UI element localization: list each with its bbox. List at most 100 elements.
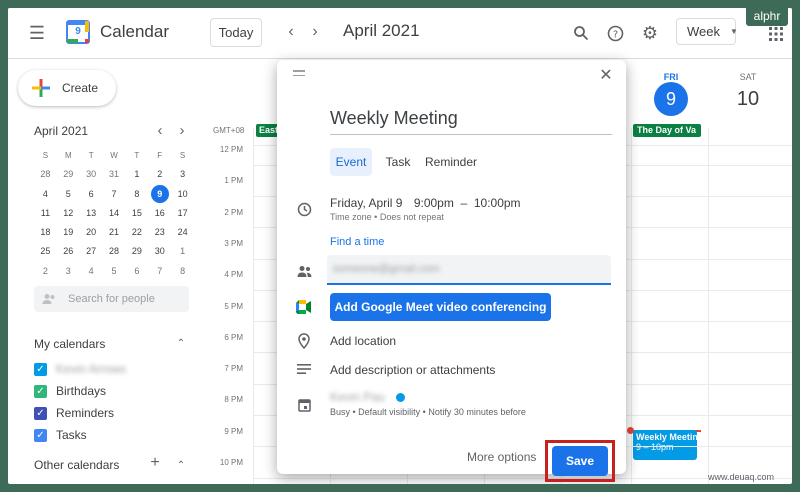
day-of-week-sat: SAT <box>739 72 757 82</box>
svg-text:?: ? <box>612 29 617 40</box>
mini-day[interactable]: 3 <box>171 165 194 184</box>
mini-prev-chevron-icon[interactable]: ‹ <box>154 122 166 139</box>
event-block-weekly-meeting[interactable]: Weekly Meetin 9 – 10pm <box>633 430 697 460</box>
mini-day[interactable]: 8 <box>171 262 194 281</box>
calendar-owner[interactable]: Kevin Pau <box>330 390 406 404</box>
mini-day[interactable]: 29 <box>125 242 148 261</box>
add-description-field[interactable]: Add description or attachments <box>330 363 495 377</box>
mini-day[interactable]: 8 <box>125 185 148 204</box>
add-calendar-plus-icon[interactable]: + <box>148 454 162 471</box>
checkbox-checked-icon[interactable]: ✓ <box>34 384 47 398</box>
mini-day[interactable]: 19 <box>57 223 80 242</box>
close-icon[interactable]: ✕ <box>597 66 615 84</box>
mini-day[interactable]: 20 <box>80 223 103 242</box>
find-a-time-link[interactable]: Find a time <box>330 236 384 248</box>
calendar-item-reminders[interactable]: ✓ Reminders <box>34 403 114 423</box>
more-options-button[interactable]: More options <box>467 450 536 464</box>
mini-day[interactable]: 2 <box>148 165 171 184</box>
chevron-right-icon[interactable]: › <box>305 21 325 43</box>
collapse-chevron-up-icon[interactable]: ⌃ <box>174 336 188 350</box>
mini-day[interactable]: 5 <box>103 262 126 281</box>
mini-day[interactable]: 6 <box>125 262 148 281</box>
mini-next-chevron-icon[interactable]: › <box>176 122 188 139</box>
mini-day[interactable]: 18 <box>34 223 57 242</box>
event-title-input[interactable]: Weekly Meeting <box>330 104 612 135</box>
mini-day[interactable]: 30 <box>148 242 171 261</box>
dropdown-arrow-icon: ▼ <box>730 27 738 36</box>
calendar-window: ☰ 9 Calendar Today ‹ › April 2021 ? ⚙ We… <box>8 8 792 484</box>
time-label: 12 PM <box>219 145 243 154</box>
time-label: 7 PM <box>224 364 243 374</box>
mini-day[interactable]: 23 <box>148 223 171 242</box>
save-button[interactable]: Save <box>552 446 608 476</box>
mini-day[interactable]: 28 <box>103 242 126 261</box>
timezone-repeat-text[interactable]: Time zone • Does not repeat <box>330 212 444 222</box>
allday-event-chip[interactable]: The Day of Va <box>633 124 701 137</box>
search-icon[interactable] <box>570 22 592 44</box>
mini-day[interactable]: 3 <box>57 262 80 281</box>
mini-day[interactable]: 24 <box>171 223 194 242</box>
mini-day[interactable]: 9 <box>150 184 169 203</box>
mini-day[interactable]: 7 <box>148 262 171 281</box>
mini-day[interactable]: 14 <box>103 204 126 223</box>
mini-day[interactable]: 26 <box>57 242 80 261</box>
mini-day[interactable]: 4 <box>80 262 103 281</box>
mini-day[interactable]: 5 <box>57 185 80 204</box>
create-button[interactable]: Create <box>18 70 116 106</box>
add-location-field[interactable]: Add location <box>330 334 396 348</box>
mini-day[interactable]: 21 <box>103 223 126 242</box>
tab-reminder[interactable]: Reminder <box>422 148 480 176</box>
mini-day[interactable]: 17 <box>171 204 194 223</box>
mini-day[interactable]: 29 <box>57 165 80 184</box>
event-datetime[interactable]: Friday, April 9 9:00pm – 10:00pm <box>330 196 521 210</box>
event-date[interactable]: Friday, April 9 <box>330 196 402 210</box>
watermark-text: www.deuaq.com <box>708 472 775 482</box>
mini-day[interactable]: 10 <box>171 185 194 204</box>
checkbox-checked-icon[interactable]: ✓ <box>34 406 47 420</box>
calendar-item-personal[interactable]: ✓ Kevin Arrows <box>34 359 126 379</box>
mini-day[interactable]: 25 <box>34 242 57 261</box>
main-menu-icon[interactable]: ☰ <box>26 22 48 44</box>
search-people-input[interactable]: Search for people <box>34 286 189 312</box>
calendar-item-birthdays[interactable]: ✓ Birthdays <box>34 381 106 401</box>
checkbox-checked-icon[interactable]: ✓ <box>34 428 47 442</box>
view-select[interactable]: Week ▼ <box>676 18 738 45</box>
mini-day[interactable]: 12 <box>57 204 80 223</box>
mini-day[interactable]: 13 <box>80 204 103 223</box>
mini-day[interactable]: 6 <box>80 185 103 204</box>
add-guests-input[interactable]: someone@gmail.com <box>327 255 611 285</box>
mini-day[interactable]: 15 <box>125 204 148 223</box>
help-icon[interactable]: ? <box>604 22 626 44</box>
mini-day[interactable]: 1 <box>171 242 194 261</box>
mini-day[interactable]: 1 <box>125 165 148 184</box>
mini-day[interactable]: 7 <box>103 185 126 204</box>
event-time-range[interactable]: 9:00pm – 10:00pm <box>414 196 521 210</box>
mini-week-row: 25 26 27 28 29 30 1 <box>34 242 194 261</box>
chevron-left-icon[interactable]: ‹ <box>281 21 301 43</box>
mini-day[interactable]: 31 <box>103 165 126 184</box>
mini-day[interactable]: 2 <box>34 262 57 281</box>
mini-day[interactable]: 28 <box>34 165 57 184</box>
tab-event[interactable]: Event <box>330 148 372 176</box>
mini-day[interactable]: 11 <box>34 204 57 223</box>
checkbox-checked-icon[interactable]: ✓ <box>34 362 47 376</box>
add-meet-button[interactable]: Add Google Meet video conferencing <box>330 293 551 321</box>
settings-gear-icon[interactable]: ⚙ <box>639 22 661 44</box>
collapse-chevron-up-icon[interactable]: ⌃ <box>174 458 188 472</box>
mini-day[interactable]: 22 <box>125 223 148 242</box>
date-number-sat[interactable]: 10 <box>730 88 766 111</box>
time-label: 10 PM <box>219 458 243 467</box>
drag-handle-icon[interactable] <box>293 70 305 76</box>
calendar-item-tasks[interactable]: ✓ Tasks <box>34 425 87 445</box>
calendar-label: Kevin Arrows <box>56 362 127 376</box>
tab-task[interactable]: Task <box>382 148 414 176</box>
today-button[interactable]: Today <box>210 18 262 47</box>
today-date-circle[interactable]: 9 <box>654 82 688 116</box>
mini-week-row: 11 12 13 14 15 16 17 <box>34 204 194 223</box>
mini-day[interactable]: 4 <box>34 185 57 204</box>
mini-day[interactable]: 16 <box>148 204 171 223</box>
mini-day[interactable]: 30 <box>80 165 103 184</box>
busy-visibility-text[interactable]: Busy • Default visibility • Notify 30 mi… <box>330 407 526 417</box>
mini-day[interactable]: 27 <box>80 242 103 261</box>
apps-grid-icon[interactable] <box>768 26 784 42</box>
